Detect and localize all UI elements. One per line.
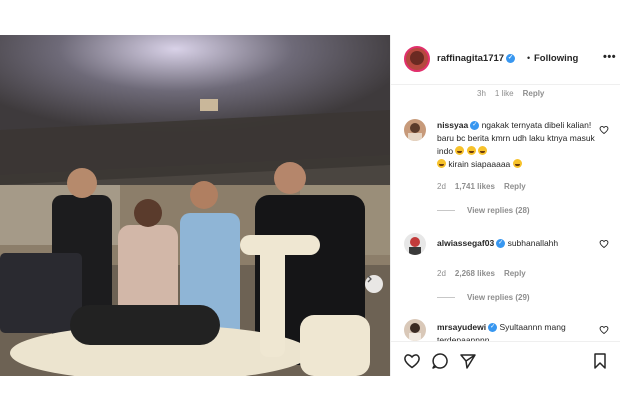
comment-username[interactable]: alwiassegaf03 [437,238,494,248]
verified-badge-icon: ✓ [506,53,516,63]
comment-likes[interactable]: 1 like [495,89,514,98]
author-username: raffinagita1717 [437,53,505,64]
share-icon[interactable] [459,352,477,370]
comment-time: 2d [437,269,446,278]
author-avatar[interactable] [404,46,430,72]
comment-meta: 2d 1,741 likes Reply [437,182,526,191]
previous-comment-meta: 3h 1 like Reply [477,89,544,98]
comment-heart-icon[interactable] [599,325,609,335]
laughing-emoji-icon [478,146,488,155]
comment-heart-icon[interactable] [599,239,609,249]
avatar[interactable] [404,119,426,141]
comment-text: mrsayudewi ✓ Syultaannn mang terdepaannnn [437,321,595,341]
following-button[interactable]: Following [534,53,578,64]
comment-icon[interactable] [431,352,449,370]
comments-list[interactable]: 3h 1 like Reply nissyaa ✓ ngakak ternyata d… [391,86,620,341]
comment-username[interactable]: nissyaa [437,120,468,130]
laughing-emoji-icon [512,159,522,168]
reply-button[interactable]: Reply [504,269,526,278]
more-options-icon[interactable]: ••• [603,51,616,63]
next-photo-button[interactable] [365,275,383,293]
post-side-panel: raffinagita1717 ✓ • Following ••• 3h 1 lik… [390,35,620,376]
view-replies-button[interactable]: View replies (29) [437,293,530,302]
verified-badge-icon: ✓ [488,323,498,333]
laughing-emoji-icon [466,146,476,155]
avatar-image [408,123,422,141]
header-separator: • [527,53,531,63]
comment-heart-icon[interactable] [599,125,609,135]
post-photo[interactable] [0,35,390,376]
view-replies-label: View replies (29) [467,293,530,302]
comment-likes[interactable]: 1,741 likes [455,182,495,191]
replies-divider [437,297,455,299]
heart-icon[interactable] [403,352,421,370]
view-replies-button[interactable]: View replies (28) [437,206,530,215]
laughing-emoji-icon [437,159,446,168]
laughing-emoji-icon [455,146,465,155]
view-replies-label: View replies (28) [467,206,530,215]
avatar[interactable] [404,319,426,341]
comment-likes[interactable]: 2,268 likes [455,269,495,278]
comment-time: 3h [477,89,486,98]
comment-text: nissyaa ✓ ngakak ternyata dibeli kalian! … [437,119,595,171]
comment-username[interactable]: mrsayudewi [437,322,486,332]
comment-text: alwiassegaf03 ✓ subhanallahh [437,237,595,250]
verified-badge-icon: ✓ [470,121,480,131]
author-username-link[interactable]: raffinagita1717 ✓ [437,53,516,64]
chevron-right-icon [367,275,372,283]
avatar-image [409,237,421,255]
post-header: raffinagita1717 ✓ • Following ••• [391,35,620,85]
comment-meta: 2d 2,268 likes Reply [437,269,526,278]
reply-button[interactable]: Reply [504,182,526,191]
comment-time: 2d [437,182,446,191]
avatar-image [409,323,421,341]
reply-button[interactable]: Reply [523,89,545,98]
replies-divider [437,210,455,212]
avatar[interactable] [404,233,426,255]
post-actions-bar [391,341,620,376]
comment-body: subhanallahh [507,238,559,248]
post-photo-image [0,35,390,376]
verified-badge-icon: ✓ [496,239,506,249]
comment-body-line2: kirain siapaaaaa [448,159,511,169]
bookmark-icon[interactable] [591,352,609,370]
